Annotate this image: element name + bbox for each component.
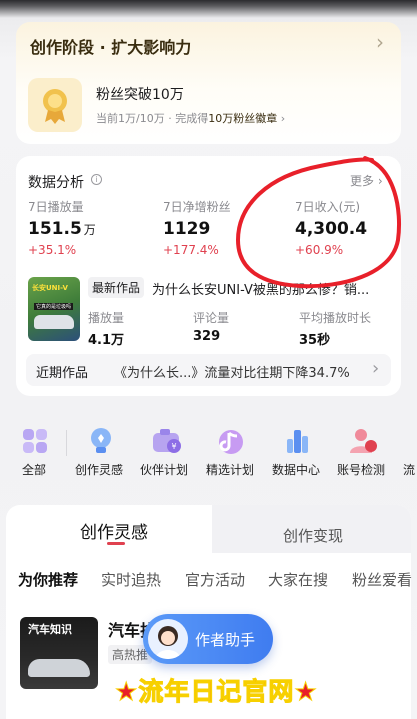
coin-camera-icon[interactable]: ¥ [150,424,184,458]
stat-income[interactable]: 7日收入(元) 4,300.4 +60.9% [295,198,395,257]
stat-play-unit: 万 [83,223,96,237]
user-shield-icon[interactable] [346,424,380,458]
tool-divider [66,430,67,456]
tool-partial-label[interactable]: 流 [403,461,415,478]
latest-metric-plays-label: 播放量 [88,311,125,325]
recent-works-row[interactable]: 近期作品 《为什么长...》流量对比往期下降34.7% › [26,354,391,386]
stage-chevron-icon[interactable]: › [376,30,384,54]
stage-card: 创作阶段 · 扩大影响力 › 粉丝突破10万 当前1万/10万 · 完成得10万… [16,22,401,144]
tool-featured-label[interactable]: 精选计划 [206,461,254,478]
grid-icon [18,424,52,458]
analytics-title: 数据分析 [28,175,84,191]
feed-thumb-text: 汽车知识 [28,623,72,636]
recent-works-chevron-icon: › [372,358,380,379]
tool-account-check-label[interactable]: 账号检测 [337,461,385,478]
stat-play-change: +35.1% [28,243,77,257]
watermark-text: ★流年日记官网★ [115,677,318,707]
latest-title[interactable]: 为什么长安UNI-V被黑的那么惨？销... [152,279,398,298]
latest-metric-comments-label: 评论量 [193,311,230,325]
assistant-avatar [148,619,188,659]
stat-income-label: 7日收入(元) [295,200,360,214]
more-chevron-icon: › [374,174,383,188]
more-link[interactable]: 更多 › [350,172,383,189]
category-realtime-hot[interactable]: 实时追热 [101,569,161,590]
latest-badge: 最新作品 [88,277,145,298]
latest-thumb[interactable]: 长安UNI-V 它真的是垃圾吗 [28,277,80,341]
latest-metric-comments: 评论量 329 [193,309,229,344]
stat-play[interactable]: 7日播放量 151.5 万 +35.1% [28,198,158,257]
category-recommended[interactable]: 为你推荐 [18,569,78,590]
tab-monetization[interactable]: 创作变现 [283,525,343,546]
latest-thumb-car [34,315,74,329]
svg-text:¥: ¥ [171,442,176,451]
stage-title[interactable]: 创作阶段 · 扩大影响力 [30,34,191,58]
analytics-card: 数据分析 i 更多 › 7日播放量 151.5 万 +35.1% 7日净增粉丝 1… [16,156,401,396]
stat-fans-label: 7日净增粉丝 [163,200,231,214]
latest-metric-duration: 平均播放时长 35秒 [299,309,371,348]
stat-fans-change: +177.4% [163,243,219,257]
latest-metric-duration-value: 35秒 [299,333,331,348]
stat-play-label: 7日播放量 [28,200,84,214]
category-everyone-searching[interactable]: 大家在搜 [268,569,328,590]
recent-works-label: 近期作品 [36,366,89,381]
stat-income-value: 4,300.4 [295,219,368,239]
category-official-events[interactable]: 官方活动 [185,569,245,590]
stat-income-change: +60.9% [295,243,344,257]
milestone-desc-prefix: 当前1万/10万 · 完成得 [96,112,209,125]
recent-works-text: 《为什么长...》流量对比往期下降34.7% [114,366,350,381]
music-note-icon[interactable] [214,424,248,458]
latest-metric-duration-label: 平均播放时长 [299,311,372,325]
milestone-desc-highlight: 10万粉丝徽章 [208,112,278,125]
latest-thumb-text: 长安UNI-V [32,284,68,292]
tab-active-underline [107,542,125,545]
latest-thumb-sub: 它真的是垃圾吗 [34,303,74,310]
assistant-label: 作者助手 [195,631,256,649]
info-icon[interactable]: i [91,174,102,185]
more-label: 更多 [350,174,375,188]
milestone-title: 粉丝突破10万 [96,87,184,103]
latest-metric-plays: 播放量 4.1万 [88,309,124,348]
stat-fans-value: 1129 [163,219,211,239]
feed-thumb[interactable]: 汽车知识 [20,617,98,689]
tab-creative-inspiration[interactable]: 创作灵感 [80,518,148,543]
stat-fans[interactable]: 7日净增粉丝 1129 +177.4% [163,198,283,257]
tool-partner-label[interactable]: 伙伴计划 [140,461,188,478]
bar-chart-icon[interactable] [280,424,314,458]
feed-thumb-car [28,659,90,677]
milestone-chevron-icon: › [277,112,286,125]
stat-play-value: 151.5 [28,219,82,239]
milestone-badge-icon [28,78,82,132]
latest-metric-plays-value: 4.1万 [88,333,125,348]
tool-data-center-label[interactable]: 数据中心 [272,461,320,478]
latest-metric-comments-value: 329 [193,329,221,344]
assistant-button[interactable]: 作者助手 [143,614,273,664]
lightbulb-icon[interactable] [84,424,118,458]
tool-inspiration-label[interactable]: 创作灵感 [75,461,123,478]
tool-all-label: 全部 [22,463,47,477]
category-fans-love[interactable]: 粉丝爱看 [352,569,412,590]
milestone-desc[interactable]: 当前1万/10万 · 完成得10万粉丝徽章 › [96,110,285,126]
